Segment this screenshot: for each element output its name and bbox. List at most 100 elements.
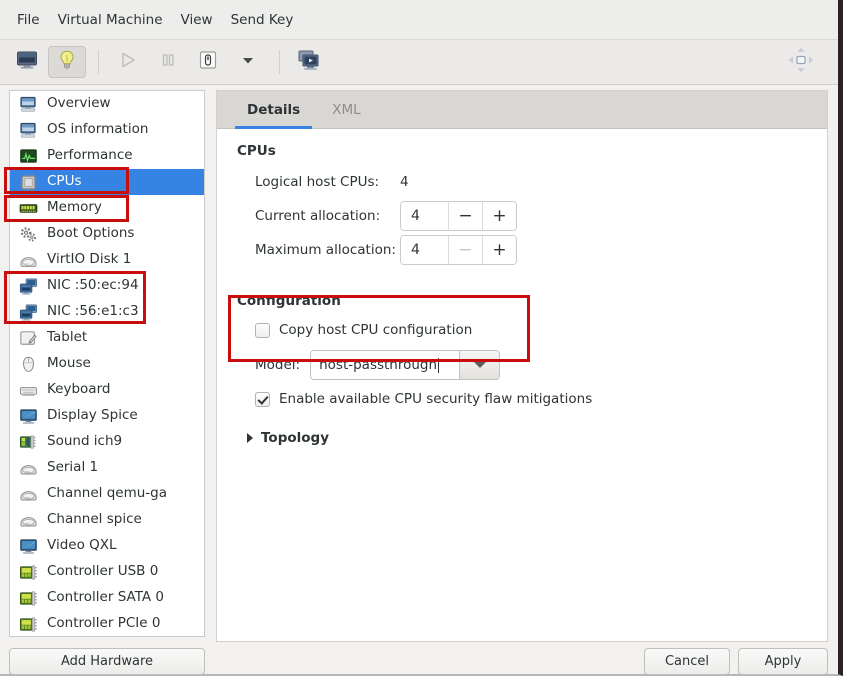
menu-send-key[interactable]: Send Key [222, 8, 303, 32]
fullscreen-arrows-icon [786, 45, 816, 79]
apply-button[interactable]: Apply [738, 648, 828, 675]
cpu-model-label: Model: [255, 357, 301, 373]
details-content: CPUs Logical host CPUs: 4 Current alloca… [217, 129, 827, 446]
shutdown-icon [197, 49, 219, 75]
add-hardware-label: Add Hardware [60, 654, 154, 669]
sidebar-item-label: Overview [47, 95, 111, 112]
cpus-section-title: CPUs [237, 143, 276, 159]
sidebar-item-nic-50-ec-94[interactable]: NIC :50:ec:94 [10, 273, 204, 299]
show-virtual-hardware-details-button[interactable] [48, 46, 86, 78]
menu-view[interactable]: View [172, 8, 222, 32]
tab-xml-label: XML [332, 101, 361, 118]
snapshots-icon [297, 49, 321, 75]
chevron-down-icon [240, 52, 256, 72]
sidebar-item-label: NIC :50:ec:94 [47, 277, 139, 294]
shut-down-button[interactable] [189, 46, 227, 78]
sidebar-item-channel-spice[interactable]: Channel spice [10, 507, 204, 533]
power-on-button[interactable] [109, 46, 147, 78]
maximum-allocation-plus-button[interactable]: + [482, 236, 516, 264]
cancel-button[interactable]: Cancel [644, 648, 730, 675]
sidebar-item-tablet[interactable]: Tablet [10, 325, 204, 351]
network-icon [19, 277, 47, 296]
sidebar-item-label: OS information [47, 121, 149, 138]
sidebar-item-display-spice[interactable]: Display Spice [10, 403, 204, 429]
sidebar-item-label: Channel spice [47, 511, 142, 528]
menu-virtual-machine[interactable]: Virtual Machine [49, 8, 172, 32]
sidebar-item-controller-usb-0[interactable]: Controller USB 0 [10, 559, 204, 585]
sidebar-item-label: NIC :56:e1:c3 [47, 303, 139, 320]
gears-icon [19, 225, 47, 244]
cpu-model-value: host-passthrough [319, 357, 438, 373]
serial-port-icon [19, 459, 47, 478]
logical-host-cpus-row: Logical host CPUs: 4 [237, 169, 807, 195]
sidebar-item-sound-ich9[interactable]: Sound ich9 [10, 429, 204, 455]
sidebar-item-label: Performance [47, 147, 133, 164]
mitigations-label: Enable available CPU security flaw mitig… [279, 391, 593, 407]
cpu-model-combobox[interactable]: host-passthrough [310, 350, 501, 380]
manage-snapshots-button[interactable] [290, 46, 328, 78]
sidebar-item-label: Tablet [47, 329, 88, 346]
sidebar-item-keyboard[interactable]: Keyboard [10, 377, 204, 403]
resize-to-vm-button[interactable] [782, 46, 820, 78]
sidebar-item-label: Controller USB 0 [47, 563, 159, 580]
sidebar-item-label: Keyboard [47, 381, 111, 398]
hardware-list-panel[interactable]: Overview OS information Performance CPUs Mem… [9, 90, 205, 637]
mitigations-checkbox[interactable] [255, 391, 270, 407]
sidebar-item-label: Memory [47, 199, 102, 216]
chevron-right-icon [247, 433, 253, 443]
sidebar-item-controller-sata-0[interactable]: Controller SATA 0 [10, 585, 204, 611]
current-allocation-row: Current allocation: 4 − + [237, 201, 807, 231]
copy-host-cpu-checkbox[interactable] [255, 322, 270, 338]
tab-xml[interactable]: XML [316, 91, 376, 128]
pause-button[interactable] [149, 46, 187, 78]
mitigations-row[interactable]: Enable available CPU security flaw mitig… [237, 388, 807, 410]
toolbar-separator-2 [279, 50, 280, 74]
sidebar-item-serial-1[interactable]: Serial 1 [10, 455, 204, 481]
sidebar-item-label: Controller SATA 0 [47, 589, 165, 606]
sidebar-item-mouse[interactable]: Mouse [10, 351, 204, 377]
sidebar-item-performance[interactable]: Performance [10, 143, 204, 169]
sidebar-item-label: Display Spice [47, 407, 138, 424]
hardware-list: Overview OS information Performance CPUs Mem… [10, 91, 204, 636]
tab-details[interactable]: Details [231, 91, 316, 129]
sidebar-item-label: VirtIO Disk 1 [47, 251, 132, 268]
show-graphical-console-button[interactable] [8, 46, 46, 78]
cpu-model-input[interactable]: host-passthrough [311, 351, 460, 379]
controller-icon [19, 563, 47, 582]
cpu-model-dropdown-button[interactable] [459, 351, 500, 379]
current-allocation-stepper[interactable]: 4 − + [400, 201, 517, 231]
display-icon [19, 537, 47, 556]
lightbulb-icon [57, 49, 77, 75]
shutdown-options-dropdown[interactable] [229, 46, 267, 78]
sidebar-item-memory[interactable]: Memory [10, 195, 204, 221]
topology-expander[interactable]: Topology [237, 430, 807, 446]
sidebar-item-label: CPUs [47, 173, 82, 190]
sidebar-item-controller-pcie-0[interactable]: Controller PCIe 0 [10, 611, 204, 636]
sidebar-item-channel-qemu-ga[interactable]: Channel qemu-ga [10, 481, 204, 507]
chevron-down-icon [473, 362, 486, 368]
sidebar-item-os-information[interactable]: OS information [10, 117, 204, 143]
current-allocation-input[interactable]: 4 [401, 202, 448, 230]
sidebar-item-cpus[interactable]: CPUs [10, 169, 204, 195]
menu-file[interactable]: File [8, 8, 49, 32]
logical-host-cpus-label: Logical host CPUs: [255, 174, 380, 190]
console-monitor-icon [16, 50, 38, 74]
maximum-allocation-input[interactable]: 4 [401, 236, 448, 264]
current-allocation-minus-button[interactable]: − [448, 202, 482, 230]
sidebar-item-nic-56-e1-c3[interactable]: NIC :56:e1:c3 [10, 299, 204, 325]
maximum-allocation-stepper[interactable]: 4 − + [400, 235, 517, 265]
tab-details-label: Details [247, 101, 301, 118]
sidebar-item-boot-options[interactable]: Boot Options [10, 221, 204, 247]
sidebar-item-virtio-disk-1[interactable]: VirtIO Disk 1 [10, 247, 204, 273]
sidebar-item-video-qxl[interactable]: Video QXL [10, 533, 204, 559]
sidebar-item-label: Video QXL [47, 537, 117, 554]
copy-host-cpu-row[interactable]: Copy host CPU configuration [237, 319, 807, 341]
computer-icon [19, 121, 47, 140]
computer-icon [19, 95, 47, 114]
current-allocation-plus-button[interactable]: + [482, 202, 516, 230]
sidebar-item-overview[interactable]: Overview [10, 91, 204, 117]
maximum-allocation-row: Maximum allocation: 4 − + [237, 235, 807, 265]
controller-icon [19, 615, 47, 634]
apply-button-label: Apply [764, 654, 802, 669]
add-hardware-button[interactable]: Add Hardware [9, 648, 205, 675]
